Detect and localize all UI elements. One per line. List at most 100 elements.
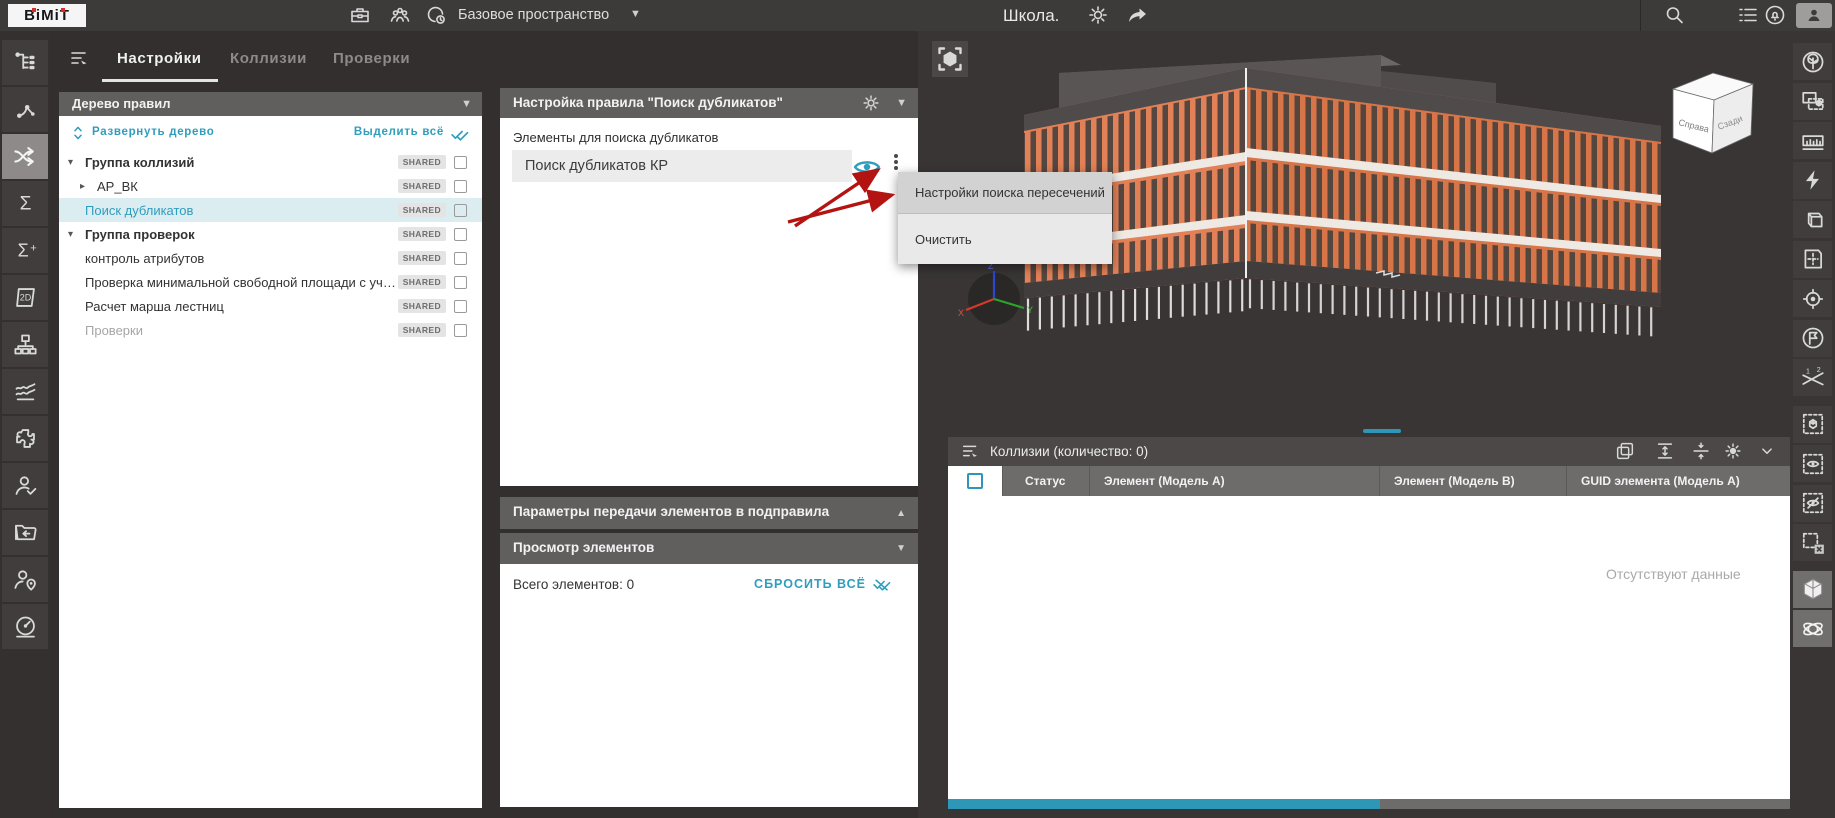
toolbar-orbit-view-button[interactable] [1793, 610, 1832, 647]
tree-row-5[interactable]: контроль атрибутовSHARED [59, 246, 482, 270]
copy-results-icon[interactable] [1614, 440, 1636, 462]
toolbar-user-check-button[interactable] [2, 463, 48, 508]
toolbar-vegetation-tree-button[interactable] [1793, 43, 1832, 80]
fit-to-view-button[interactable] [932, 41, 968, 77]
toolbar-select-elements-button[interactable] [1793, 83, 1832, 120]
toolbar-user-location-button[interactable] [2, 557, 48, 602]
menu-item-clear[interactable]: Очистить [898, 214, 1112, 264]
toolbar-sum-plus-button[interactable]: Σ+ [2, 228, 48, 273]
team-icon[interactable] [388, 3, 412, 27]
tree-row-1[interactable]: ▾Группа коллизийSHARED [59, 150, 482, 174]
toolbar-hide-elements-button[interactable] [1793, 485, 1832, 522]
tree-row-2[interactable]: ▸АР_ВКSHARED [59, 174, 482, 198]
fit-rows-icon[interactable] [1690, 440, 1712, 462]
toolbar-measure-ruler-button[interactable] [1793, 122, 1832, 159]
toolbar-clash-lightning-button[interactable] [1793, 162, 1832, 199]
rule-settings-header[interactable]: Настройка правила "Поиск дубликатов" ▼ [500, 88, 918, 118]
tree-row-3[interactable]: Поиск дубликатовSHARED [59, 198, 482, 222]
select-all-link[interactable]: Выделить всё [354, 126, 444, 138]
column-header-4[interactable]: GUID элемента (Модель A) [1566, 466, 1790, 496]
chevron-down-icon[interactable]: ▼ [896, 533, 906, 564]
toolbar-box-3d-button[interactable] [1793, 201, 1832, 238]
toolbar-dashboard-gauge-button[interactable] [2, 604, 48, 649]
chevron-down-icon[interactable]: ▼ [896, 88, 907, 118]
tree-caret-icon[interactable]: ▾ [68, 157, 83, 168]
view-cube[interactable]: Справа Сзади [1673, 73, 1753, 153]
toolbar-charts-trend-button[interactable] [2, 369, 48, 414]
list-menu-icon[interactable] [1736, 3, 1760, 27]
toolbar-view-2d-button[interactable]: 2D [2, 275, 48, 320]
tree-row-checkbox[interactable] [454, 300, 467, 313]
tab-checks[interactable]: Проверки [333, 50, 410, 67]
select-all-checkbox[interactable] [967, 473, 983, 489]
toolbar-plugins-puzzle-button[interactable] [2, 416, 48, 461]
share-icon[interactable] [1126, 3, 1150, 27]
gear-icon[interactable] [860, 92, 882, 114]
tree-row-checkbox[interactable] [454, 156, 467, 169]
reset-all-link[interactable]: СБРОСИТЬ ВСЁ [754, 577, 866, 591]
tree-row-4[interactable]: ▾Группа проверокSHARED [59, 222, 482, 246]
toolbar-org-chart-button[interactable] [2, 322, 48, 367]
duplicate-search-field[interactable]: Поиск дубликатов КР [512, 150, 852, 182]
toolbar-collision-rules-button[interactable] [2, 134, 48, 179]
tree-caret-icon[interactable]: ▸ [80, 181, 95, 192]
tree-row-checkbox[interactable] [454, 252, 467, 265]
tree-row-checkbox[interactable] [454, 228, 467, 241]
tab-collisions[interactable]: Коллизии [230, 50, 307, 67]
account-icon[interactable] [1796, 3, 1832, 28]
tree-row-checkbox[interactable] [454, 180, 467, 193]
notifications-icon[interactable] [1763, 3, 1787, 27]
tree-row-8[interactable]: ПроверкиSHARED [59, 318, 482, 342]
column-header-1[interactable]: Статус [1002, 466, 1089, 496]
gear-icon[interactable] [1086, 3, 1110, 27]
toolbar-solid-cube-button[interactable] [1793, 571, 1832, 608]
toolbar-model-tree-button[interactable] [2, 40, 48, 85]
toolbar-show-elements-button[interactable] [1793, 445, 1832, 482]
tree-row-6[interactable]: Проверка минимальной свободной площади с… [59, 270, 482, 294]
reset-all-icon[interactable] [872, 574, 892, 594]
tree-row-7[interactable]: Расчет марша лестницSHARED [59, 294, 482, 318]
tab-settings[interactable]: Настройки [117, 50, 202, 67]
toolbar-clear-visibility-button[interactable] [1793, 524, 1832, 561]
chevron-down-icon[interactable]: ▼ [461, 92, 472, 116]
horizontal-scrollbar[interactable] [948, 799, 1790, 809]
chevron-up-icon[interactable]: ▲ [896, 497, 906, 529]
workspace-selector[interactable]: Базовое пространство [458, 0, 609, 31]
row-height-icon[interactable] [1654, 440, 1676, 462]
search-icon[interactable] [1662, 3, 1686, 27]
toolbar-flag-marker-button[interactable] [1793, 320, 1832, 357]
chevron-down-icon[interactable]: ▼ [630, 0, 641, 31]
view-elements-header[interactable]: Просмотр элементов ▼ [500, 533, 918, 564]
toolbar-dimension-lines-button[interactable]: 12 [1793, 359, 1832, 396]
toolbar-graph-branch-button[interactable] [2, 87, 48, 132]
toolbar-sum-button[interactable]: Σ [2, 181, 48, 226]
tree-row-checkbox[interactable] [454, 204, 467, 217]
expand-collapse-icon[interactable] [69, 124, 87, 142]
expand-tree-link[interactable]: Развернуть дерево [92, 126, 214, 138]
toolbar-folder-export-button[interactable] [2, 510, 48, 555]
tree-caret-icon[interactable]: ▾ [68, 229, 83, 240]
double-check-icon[interactable] [450, 124, 470, 142]
transfer-params-header[interactable]: Параметры передачи элементов в подправил… [500, 497, 918, 529]
briefcase-icon[interactable] [348, 3, 372, 27]
settings-gear-icon[interactable] [1722, 440, 1744, 462]
eye-icon[interactable] [852, 152, 882, 180]
menu-item-intersection-settings[interactable]: Настройки поиска пересечений [898, 172, 1112, 214]
toolbar-locate-target-button[interactable] [1793, 280, 1832, 317]
transfer-params-title: Параметры передачи элементов в подправил… [513, 497, 829, 527]
toolbar-isolate-box-button[interactable] [1793, 406, 1832, 443]
app-logo[interactable]: BiMiT [8, 4, 86, 27]
tree-row-checkbox[interactable] [454, 276, 467, 289]
column-header-3[interactable]: Элемент (Модель B) [1379, 466, 1566, 496]
toolbar-section-plane-button[interactable] [1793, 241, 1832, 278]
column-header-2[interactable]: Элемент (Модель A) [1089, 466, 1379, 496]
rule-settings-title: Настройка правила "Поиск дубликатов" [513, 88, 783, 118]
panel-menu-icon[interactable] [68, 46, 92, 70]
rules-tree-header[interactable]: Дерево правил ▼ [59, 92, 482, 116]
panel-menu-icon[interactable] [960, 440, 982, 462]
scrollbar-thumb[interactable] [948, 799, 1380, 809]
tree-row-checkbox[interactable] [454, 324, 467, 337]
versions-icon[interactable] [424, 3, 448, 27]
collapse-chevron-icon[interactable] [1756, 440, 1778, 462]
panel-drag-handle[interactable] [1363, 429, 1401, 433]
